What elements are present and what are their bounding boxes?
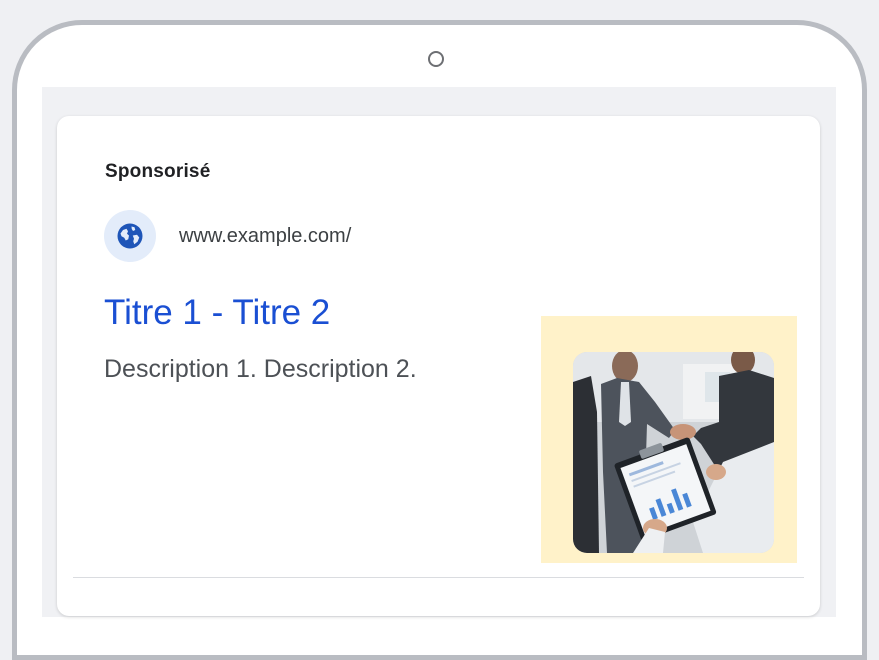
display-url[interactable]: www.example.com/: [179, 225, 351, 248]
ad-headline-link[interactable]: Titre 1 - Titre 2: [104, 293, 330, 333]
front-camera-icon: [428, 51, 444, 67]
ad-image-frame: [541, 316, 797, 563]
site-favicon: [104, 210, 156, 262]
sponsored-ad-card[interactable]: Sponsorisé www.example.com/ Titre 1 - Ti…: [57, 116, 820, 616]
business-handshake-photo: [573, 352, 774, 553]
ad-image-business-handshake[interactable]: [573, 352, 774, 553]
card-divider: [73, 577, 804, 578]
ad-description: Description 1. Description 2.: [104, 355, 417, 383]
globe-icon: [117, 223, 143, 249]
sponsored-label: Sponsorisé: [105, 161, 211, 182]
